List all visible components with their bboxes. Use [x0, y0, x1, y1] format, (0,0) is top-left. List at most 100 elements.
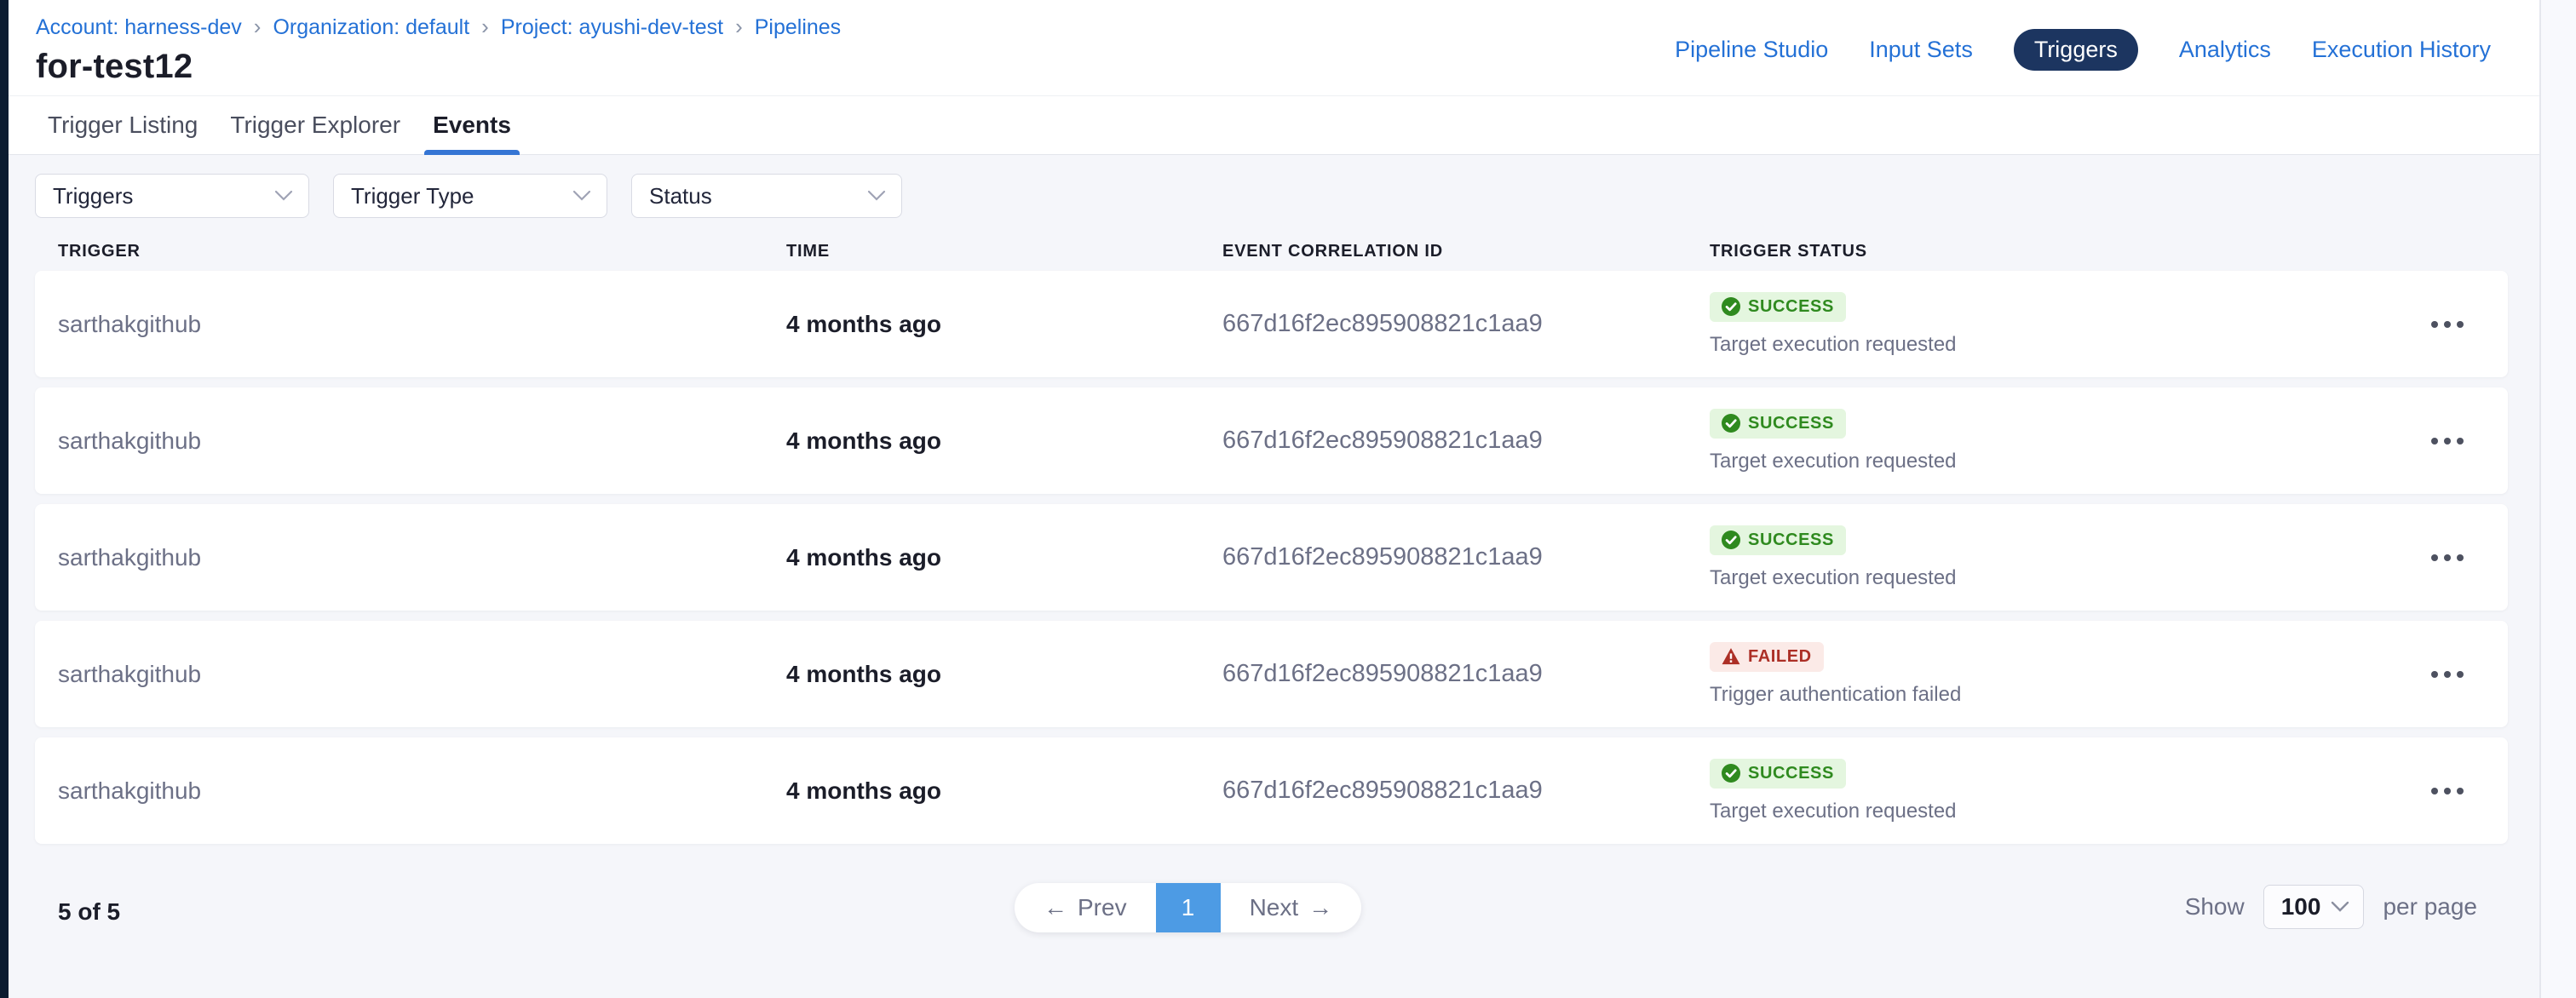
- show-label: Show: [2185, 893, 2245, 921]
- event-correlation-id: 667d16f2ec895908821c1aa9: [1222, 777, 1710, 805]
- table-row[interactable]: sarthakgithub 4 months ago 667d16f2ec895…: [35, 271, 2508, 377]
- status-badge-label: SUCCESS: [1748, 297, 1834, 317]
- page-size-value: 100: [2281, 893, 2321, 921]
- trigger-type-filter-dropdown[interactable]: Trigger Type: [333, 174, 607, 218]
- breadcrumb-organization[interactable]: Organization: default: [273, 15, 469, 40]
- triggers-filter-label: Triggers: [53, 183, 133, 209]
- column-header-trigger: TRIGGER: [58, 242, 786, 261]
- row-menu-button[interactable]: [2424, 314, 2470, 335]
- status-badge: FAILED: [1710, 642, 1824, 672]
- event-correlation-id: 667d16f2ec895908821c1aa9: [1222, 543, 1710, 571]
- current-page-button[interactable]: 1: [1156, 883, 1221, 932]
- arrow-right-icon: →: [1308, 894, 1332, 921]
- table-row[interactable]: sarthakgithub 4 months ago 667d16f2ec895…: [35, 387, 2508, 494]
- row-menu-button[interactable]: [2424, 431, 2470, 451]
- status-badge-label: SUCCESS: [1748, 764, 1834, 783]
- trigger-status-cell: SUCCESS Target execution requested: [1710, 525, 2508, 590]
- status-badge-label: SUCCESS: [1748, 414, 1834, 433]
- check-circle-icon: [1722, 531, 1740, 549]
- prev-page-button[interactable]: ← Prev: [1015, 883, 1156, 932]
- chevron-down-icon: [2331, 901, 2349, 913]
- collapsed-sidebar-strip[interactable]: [0, 0, 9, 998]
- page-size-control: Show 100 per page: [2185, 885, 2477, 929]
- status-badge-label: FAILED: [1748, 647, 1812, 667]
- triggers-filter-dropdown[interactable]: Triggers: [35, 174, 309, 218]
- prev-label: Prev: [1078, 894, 1127, 921]
- column-header-event-correlation-id: EVENT CORRELATION ID: [1222, 242, 1710, 261]
- table-header: TRIGGER TIME EVENT CORRELATION ID TRIGGE…: [35, 242, 2539, 261]
- event-correlation-id: 667d16f2ec895908821c1aa9: [1222, 660, 1710, 688]
- status-badge: SUCCESS: [1710, 292, 1846, 322]
- tab-trigger-listing[interactable]: Trigger Listing: [39, 96, 206, 154]
- trigger-status-cell: FAILED Trigger authentication failed: [1710, 642, 2508, 707]
- status-message: Target execution requested: [1710, 450, 1957, 473]
- nav-analytics[interactable]: Analytics: [2179, 37, 2271, 63]
- status-message: Target execution requested: [1710, 800, 1957, 823]
- status-message: Target execution requested: [1710, 566, 1957, 590]
- column-header-time: TIME: [786, 242, 1222, 261]
- status-badge: SUCCESS: [1710, 409, 1846, 439]
- arrow-left-icon: ←: [1044, 894, 1067, 921]
- breadcrumb-separator-icon: ›: [735, 15, 743, 39]
- check-circle-icon: [1722, 297, 1740, 316]
- tab-events[interactable]: Events: [424, 96, 520, 154]
- event-time: 4 months ago: [786, 544, 1222, 571]
- nav-pipeline-studio[interactable]: Pipeline Studio: [1675, 37, 1828, 63]
- table-row[interactable]: sarthakgithub 4 months ago 667d16f2ec895…: [35, 621, 2508, 727]
- status-badge-label: SUCCESS: [1748, 531, 1834, 550]
- event-time: 4 months ago: [786, 777, 1222, 805]
- event-time: 4 months ago: [786, 311, 1222, 338]
- event-correlation-id: 667d16f2ec895908821c1aa9: [1222, 310, 1710, 338]
- per-page-label: per page: [2383, 893, 2477, 921]
- nav-input-sets[interactable]: Input Sets: [1869, 37, 1973, 63]
- trigger-type-filter-label: Trigger Type: [351, 183, 474, 209]
- trigger-name: sarthakgithub: [58, 661, 786, 688]
- event-time: 4 months ago: [786, 661, 1222, 688]
- results-count: 5 of 5: [58, 898, 120, 926]
- trigger-name: sarthakgithub: [58, 777, 786, 805]
- trigger-name: sarthakgithub: [58, 427, 786, 455]
- page-size-select[interactable]: 100: [2263, 885, 2365, 929]
- nav-triggers-active[interactable]: Triggers: [2014, 29, 2138, 71]
- status-badge: SUCCESS: [1710, 759, 1846, 789]
- tab-bar: Trigger Listing Trigger Explorer Events: [9, 95, 2539, 155]
- tab-trigger-explorer[interactable]: Trigger Explorer: [221, 96, 409, 154]
- breadcrumb-separator-icon: ›: [254, 15, 262, 39]
- table-row[interactable]: sarthakgithub 4 months ago 667d16f2ec895…: [35, 737, 2508, 844]
- next-label: Next: [1250, 894, 1299, 921]
- chevron-down-icon: [274, 190, 293, 202]
- main-area: Account: harness-dev › Organization: def…: [9, 0, 2539, 998]
- breadcrumb-separator-icon: ›: [481, 15, 489, 39]
- trigger-status-cell: SUCCESS Target execution requested: [1710, 759, 2508, 823]
- breadcrumb-project[interactable]: Project: ayushi-dev-test: [501, 15, 723, 40]
- right-gutter: [2539, 0, 2576, 998]
- row-menu-button[interactable]: [2424, 548, 2470, 568]
- status-message: Trigger authentication failed: [1710, 683, 1961, 707]
- nav-execution-history[interactable]: Execution History: [2312, 37, 2491, 63]
- breadcrumb-account[interactable]: Account: harness-dev: [36, 15, 242, 40]
- row-menu-button[interactable]: [2424, 664, 2470, 685]
- breadcrumb-pipelines[interactable]: Pipelines: [755, 15, 841, 40]
- filter-bar: Triggers Trigger Type Status: [35, 174, 2539, 218]
- trigger-name: sarthakgithub: [58, 311, 786, 338]
- status-badge: SUCCESS: [1710, 525, 1846, 555]
- event-time: 4 months ago: [786, 427, 1222, 455]
- check-circle-icon: [1722, 764, 1740, 783]
- status-filter-dropdown[interactable]: Status: [631, 174, 902, 218]
- status-filter-label: Status: [649, 183, 712, 209]
- chevron-down-icon: [572, 190, 591, 202]
- trigger-status-cell: SUCCESS Target execution requested: [1710, 292, 2508, 357]
- events-table: sarthakgithub 4 months ago 667d16f2ec895…: [35, 271, 2508, 844]
- column-header-trigger-status: TRIGGER STATUS: [1710, 242, 2539, 261]
- chevron-down-icon: [867, 190, 886, 202]
- pipeline-top-nav: Pipeline Studio Input Sets Triggers Anal…: [1675, 29, 2491, 71]
- trigger-name: sarthakgithub: [58, 544, 786, 571]
- table-row[interactable]: sarthakgithub 4 months ago 667d16f2ec895…: [35, 504, 2508, 611]
- status-message: Target execution requested: [1710, 333, 1957, 357]
- check-circle-icon: [1722, 414, 1740, 433]
- next-page-button[interactable]: Next →: [1221, 883, 1362, 932]
- trigger-status-cell: SUCCESS Target execution requested: [1710, 409, 2508, 473]
- row-menu-button[interactable]: [2424, 781, 2470, 801]
- table-footer: 5 of 5 ← Prev 1 Next → Show 100 per pa: [35, 854, 2508, 956]
- page-header: Account: harness-dev › Organization: def…: [9, 0, 2539, 95]
